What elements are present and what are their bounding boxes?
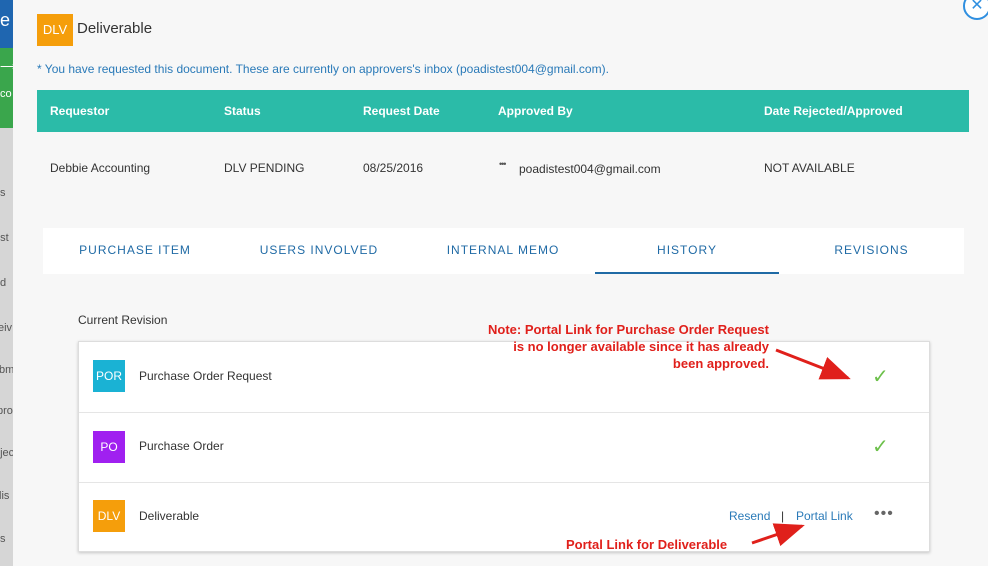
arrow-to-portal-link xyxy=(751,523,805,547)
annotation-arrows xyxy=(751,348,851,547)
arrow-to-por-check xyxy=(775,348,851,380)
